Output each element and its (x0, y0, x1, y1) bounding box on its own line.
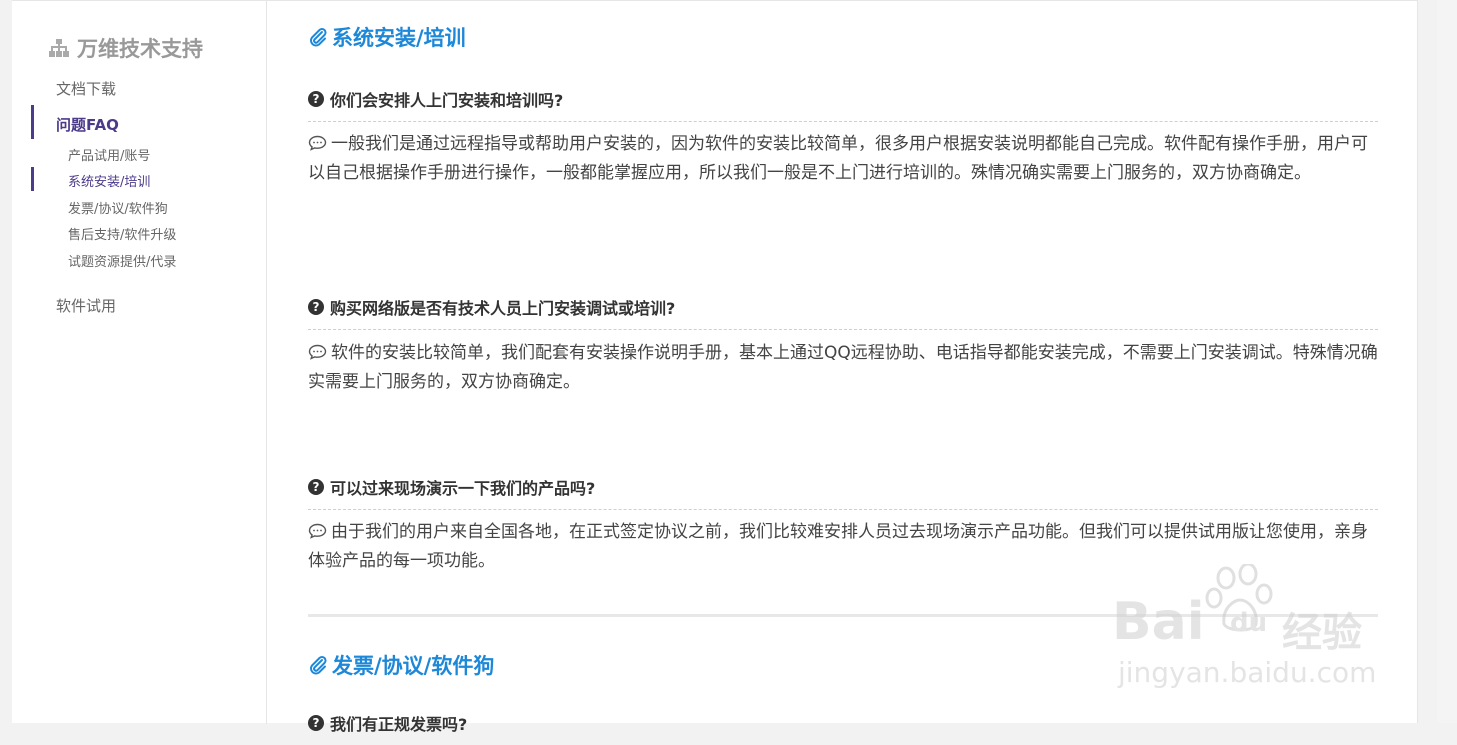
question-text: 购买网络版是否有技术人员上门安装调试或培训? (330, 299, 676, 318)
sidebar-subitem-invoice[interactable]: 发票/协议/软件狗 (68, 198, 168, 217)
watermark-url: jingyan.baidu.com (1118, 656, 1377, 689)
sidebar-item-docs[interactable]: 文档下载 (56, 78, 116, 99)
section-title-install: 系统安装/培训 (308, 22, 466, 52)
watermark-du: du (1230, 608, 1268, 638)
section-title-invoice: 发票/协议/软件狗 (308, 650, 494, 680)
question-circle-icon: ? (308, 91, 324, 107)
question-title: ? 我们有正规发票吗? (308, 711, 1378, 745)
question-text: 我们有正规发票吗? (330, 715, 468, 734)
question-circle-icon: ? (308, 299, 324, 315)
question-title: ? 可以过来现场演示一下我们的产品吗? (308, 475, 1378, 510)
sidebar-item-faq[interactable]: 问题FAQ (56, 114, 119, 135)
sidebar-subitem-trial-account[interactable]: 产品试用/账号 (68, 145, 150, 164)
question-circle-icon: ? (308, 715, 324, 731)
watermark-bai: Bai (1112, 592, 1205, 652)
sidebar-item-trial[interactable]: 软件试用 (56, 295, 116, 316)
brand-label: 万维技术支持 (77, 37, 203, 61)
watermark-jingyan: 经验 (1282, 610, 1362, 656)
question-title: ? 你们会安排人上门安装和培训吗? (308, 87, 1378, 122)
comment-icon (308, 135, 327, 151)
answer-text: 软件的安装比较简单，我们配套有安装操作说明手册，基本上通过QQ远程协助、电话指导… (308, 339, 1378, 397)
comment-icon (308, 523, 327, 539)
answer-body: 一般我们是通过远程指导或帮助用户安装的，因为软件的安装比较简单，很多用户根据安装… (308, 134, 1368, 183)
question-text: 可以过来现场演示一下我们的产品吗? (330, 479, 596, 498)
question-title: ? 购买网络版是否有技术人员上门安装调试或培训? (308, 295, 1378, 330)
sub-active-indicator (31, 167, 34, 191)
paperclip-icon (310, 27, 327, 47)
active-indicator (31, 105, 34, 139)
answer-text: 一般我们是通过远程指导或帮助用户安装的，因为软件的安装比较简单，很多用户根据安装… (308, 130, 1378, 188)
sidebar-subitem-support[interactable]: 售后支持/软件升级 (68, 224, 176, 243)
baidu-jingyan-watermark: Bai du 经验 jingyan.baidu.com (1112, 562, 1382, 692)
section-title-text: 发票/协议/软件狗 (332, 654, 495, 678)
answer-body: 软件的安装比较简单，我们配套有安装操作说明手册，基本上通过QQ远程协助、电话指导… (308, 343, 1378, 392)
question-text: 你们会安排人上门安装和培训吗? (330, 91, 564, 110)
scroll-gutter (1437, 0, 1457, 723)
paperclip-icon (310, 655, 327, 675)
comment-icon (308, 344, 327, 360)
sitemap-icon (49, 39, 69, 57)
question-circle-icon: ? (308, 479, 324, 495)
sidebar: 万维技术支持 文档下载 问题FAQ 产品试用/账号 系统安装/培训 发票/协议/… (12, 1, 267, 724)
section-title-text: 系统安装/培训 (332, 26, 466, 50)
sidebar-brand: 万维技术支持 (49, 33, 203, 63)
sidebar-subitem-resources[interactable]: 试题资源提供/代录 (68, 251, 176, 270)
sidebar-subitem-install-training[interactable]: 系统安装/培训 (68, 171, 150, 190)
